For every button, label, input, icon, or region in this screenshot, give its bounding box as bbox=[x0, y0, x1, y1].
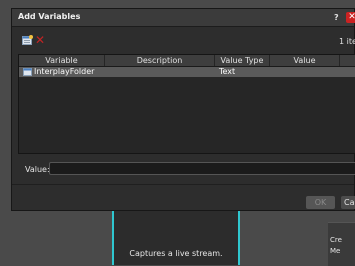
side-panel-line: Cre bbox=[330, 236, 342, 244]
side-panel: Cre Me bbox=[328, 222, 355, 266]
table-header: Variable Description Value Type Value bbox=[19, 55, 355, 67]
variable-row-icon bbox=[23, 68, 32, 76]
row-variable: InterplayFolder bbox=[34, 67, 95, 76]
table-row[interactable]: InterplayFolder Text bbox=[19, 67, 355, 77]
dialog-divider bbox=[12, 184, 354, 185]
add-variables-dialog: Add Variables ? ✕ ✕ 1 iter Variable Desc… bbox=[11, 8, 355, 211]
side-panel-text: Cre Me bbox=[330, 235, 342, 257]
column-header-description[interactable]: Description bbox=[105, 55, 215, 66]
live-capture-panel[interactable]: Captures a live stream. bbox=[112, 207, 240, 265]
row-value-type: Text bbox=[219, 67, 236, 76]
close-button[interactable]: ✕ bbox=[346, 12, 355, 23]
dialog-titlebar[interactable]: Add Variables ? ✕ bbox=[12, 9, 355, 27]
add-variable-icon[interactable] bbox=[22, 35, 33, 45]
delete-variable-icon[interactable]: ✕ bbox=[35, 34, 45, 46]
side-panel-line: Me bbox=[330, 247, 341, 255]
column-header-extra bbox=[340, 55, 355, 66]
dialog-title: Add Variables bbox=[18, 12, 81, 21]
column-header-value-type[interactable]: Value Type bbox=[215, 55, 270, 66]
column-header-variable[interactable]: Variable bbox=[19, 55, 105, 66]
item-count: 1 iter bbox=[339, 37, 355, 46]
cancel-button[interactable]: Cance bbox=[341, 196, 355, 209]
variables-table: Variable Description Value Type Value In… bbox=[18, 54, 355, 154]
column-header-value[interactable]: Value bbox=[270, 55, 340, 66]
help-button[interactable]: ? bbox=[334, 13, 339, 22]
panel-caption: Captures a live stream. bbox=[129, 249, 223, 258]
value-label: Value: bbox=[25, 165, 50, 174]
value-input[interactable] bbox=[49, 162, 355, 175]
ok-button[interactable]: OK bbox=[306, 196, 335, 209]
